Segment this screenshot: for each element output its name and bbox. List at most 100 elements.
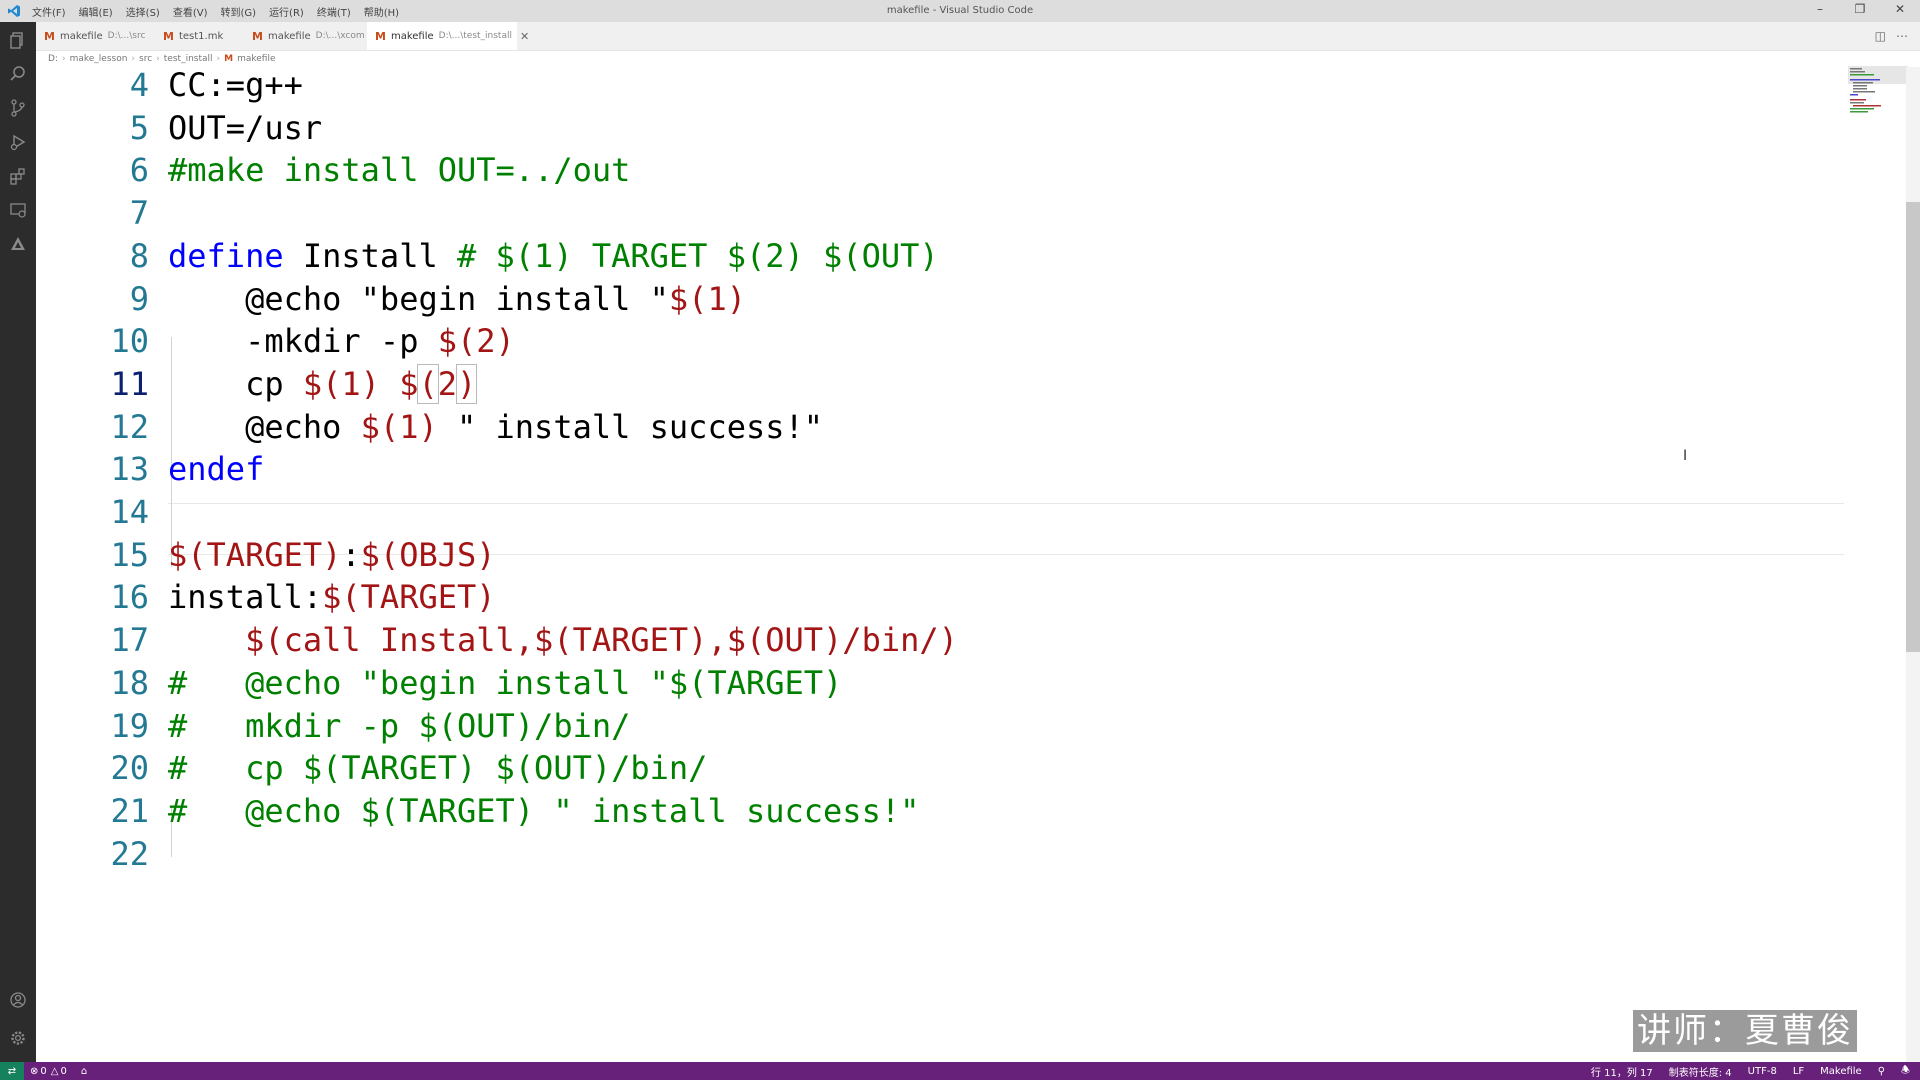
code-token: $(TARGET) <box>322 578 496 617</box>
chevron-right-icon: › <box>61 54 66 64</box>
code-line: 22 <box>36 828 1844 880</box>
makefile-icon: M <box>375 29 386 43</box>
tab-label: test1.mk <box>178 30 224 42</box>
code-token: install: <box>168 578 323 617</box>
tab-label: makefile <box>59 30 103 42</box>
watermark: 讲师：夏曹俊 <box>1633 1010 1857 1052</box>
tab-test1-mk[interactable]: M test1.mk <box>155 22 243 50</box>
tab-label: makefile <box>390 30 434 42</box>
vertical-scrollbar[interactable] <box>1906 67 1920 1062</box>
minimap[interactable] <box>1848 66 1908 126</box>
makefile-icon: M <box>44 29 55 43</box>
code-token: -mkdir -p <box>168 322 438 361</box>
remote-indicator-icon[interactable]: ⇄ <box>0 1062 24 1080</box>
menu-item[interactable]: 转到(G) <box>221 4 257 19</box>
code-token: $(1) <box>668 279 746 318</box>
code-token: $(call Install,$(TARGET),$(OUT)/bin/) <box>168 621 958 660</box>
breadcrumb-item[interactable]: test_install <box>164 54 213 64</box>
more-actions-icon[interactable]: ⋯ <box>1896 29 1908 43</box>
status-left: ⇄ ⊗ 0 △ 0 ⌂ <box>0 1062 87 1080</box>
split-editor-icon[interactable]: ◫ <box>1875 29 1886 43</box>
chevron-right-icon: › <box>156 54 160 64</box>
code-token: ) <box>455 363 478 404</box>
search-icon[interactable] <box>8 64 28 84</box>
code-editor[interactable]: 4 CC:=g++ 5 OUT=/usr 6 #make install OUT=../o… <box>36 67 1920 1062</box>
code-token: CC:=g++ <box>168 67 303 104</box>
cursor-position[interactable]: 行 11，列 17 <box>1591 1064 1653 1079</box>
code-token: cp <box>168 364 303 403</box>
close-window-icon[interactable]: ✕ <box>1888 2 1912 16</box>
code-token: ( <box>417 363 439 404</box>
home-icon[interactable]: ⌂ <box>81 1066 87 1077</box>
tab-makefile-xcom[interactable]: M makefile D:\...\xcom <box>244 22 366 50</box>
breadcrumb-item[interactable]: makefile <box>237 54 275 64</box>
minimize-icon[interactable]: – <box>1808 2 1832 16</box>
code-token: endef <box>168 450 265 489</box>
source-control-icon[interactable] <box>8 98 28 118</box>
end-of-line[interactable]: LF <box>1793 1066 1804 1077</box>
breadcrumb: D: › make_lesson › src › test_install › … <box>36 51 1920 67</box>
tab-path: D:\...\test_install <box>438 31 512 41</box>
restore-icon[interactable]: ❐ <box>1848 2 1872 16</box>
makefile-icon: M <box>224 54 234 64</box>
status-bar: ⇄ ⊗ 0 △ 0 ⌂ 行 11，列 17 制表符长度: 4 UTF-8 LF … <box>0 1062 1920 1080</box>
breadcrumb-item[interactable]: src <box>139 54 152 64</box>
tab-size[interactable]: 制表符长度: 4 <box>1669 1064 1732 1079</box>
menu-item[interactable]: 文件(F) <box>32 4 66 19</box>
gear-icon[interactable] <box>8 1028 28 1048</box>
chevron-right-icon: › <box>216 54 221 64</box>
menu-item[interactable]: 查看(V) <box>173 4 208 19</box>
azure-icon[interactable] <box>8 234 28 254</box>
code-token: #make install OUT=../out <box>168 151 631 190</box>
error-icon: ⊗ <box>30 1065 39 1077</box>
title-bar: 文件(F) 编辑(E) 选择(S) 查看(V) 转到(G) 运行(R) 终端(T) 帮助(H)… <box>0 0 1920 22</box>
breadcrumb-item[interactable]: D: <box>48 54 58 64</box>
extensions-icon[interactable] <box>8 166 28 186</box>
code-token: $(TARGET) <box>168 535 342 574</box>
code-token: @echo "begin install " <box>168 279 669 318</box>
code-token: $(1) <box>302 364 380 403</box>
account-icon[interactable] <box>8 990 28 1010</box>
menu-bar: 文件(F) 编辑(E) 选择(S) 查看(V) 转到(G) 运行(R) 终端(T) 帮助(H) <box>32 4 399 19</box>
code-token: 2 <box>437 364 457 403</box>
code-token: " install success!" <box>437 407 824 446</box>
menu-item[interactable]: 终端(T) <box>317 4 351 19</box>
text-cursor-icon: I <box>1683 448 1688 464</box>
run-debug-icon[interactable] <box>8 132 28 152</box>
editor-actions: ◫ ⋯ <box>1875 29 1908 43</box>
menu-item[interactable]: 编辑(E) <box>79 4 113 19</box>
chevron-right-icon: › <box>131 54 136 64</box>
menu-item[interactable]: 帮助(H) <box>364 4 399 19</box>
feedback-icon[interactable]: ⚲ <box>1878 1066 1885 1077</box>
breadcrumb-item[interactable]: make_lesson <box>70 54 128 64</box>
status-right: 行 11，列 17 制表符长度: 4 UTF-8 LF Makefile ⚲ 🕭 <box>1591 1062 1910 1080</box>
encoding[interactable]: UTF-8 <box>1748 1066 1777 1077</box>
language-mode[interactable]: Makefile <box>1820 1066 1862 1077</box>
makefile-icon: M <box>252 29 263 43</box>
window-controls: – ❐ ✕ <box>1808 2 1912 16</box>
menu-item[interactable]: 选择(S) <box>126 4 160 19</box>
close-tab-icon[interactable]: ✕ <box>520 30 529 43</box>
warning-icon: △ <box>50 1065 59 1077</box>
code-token: # cp $(TARGET) $(OUT)/bin/ <box>168 749 708 788</box>
tab-path: D:\...\xcom <box>315 31 365 41</box>
tab-path: D:\...\src <box>107 31 146 41</box>
vscode-logo-icon <box>8 5 20 17</box>
explorer-icon[interactable] <box>8 30 28 50</box>
scrollbar-thumb[interactable] <box>1906 202 1920 652</box>
warning-count[interactable]: 0 <box>60 1066 66 1077</box>
tab-makefile-src[interactable]: M makefile D:\...\src <box>36 22 154 50</box>
tab-makefile-test-install[interactable]: M makefile D:\...\test_install ✕ <box>367 22 529 50</box>
menu-item[interactable]: 运行(R) <box>269 4 304 19</box>
remote-explorer-icon[interactable] <box>8 200 28 220</box>
makefile-icon: M <box>163 29 174 43</box>
code-token: # $(1) TARGET $(2) $(OUT) <box>456 236 939 275</box>
code-token: @echo <box>168 407 361 446</box>
tab-label: makefile <box>267 30 311 42</box>
line-number: 22 <box>110 834 149 873</box>
error-count[interactable]: 0 <box>40 1066 46 1077</box>
code-token: # @echo "begin install "$(TARGET) <box>168 663 843 702</box>
bell-icon[interactable]: 🕭 <box>1901 1063 1910 1080</box>
code-token: OUT=/usr <box>168 108 323 147</box>
